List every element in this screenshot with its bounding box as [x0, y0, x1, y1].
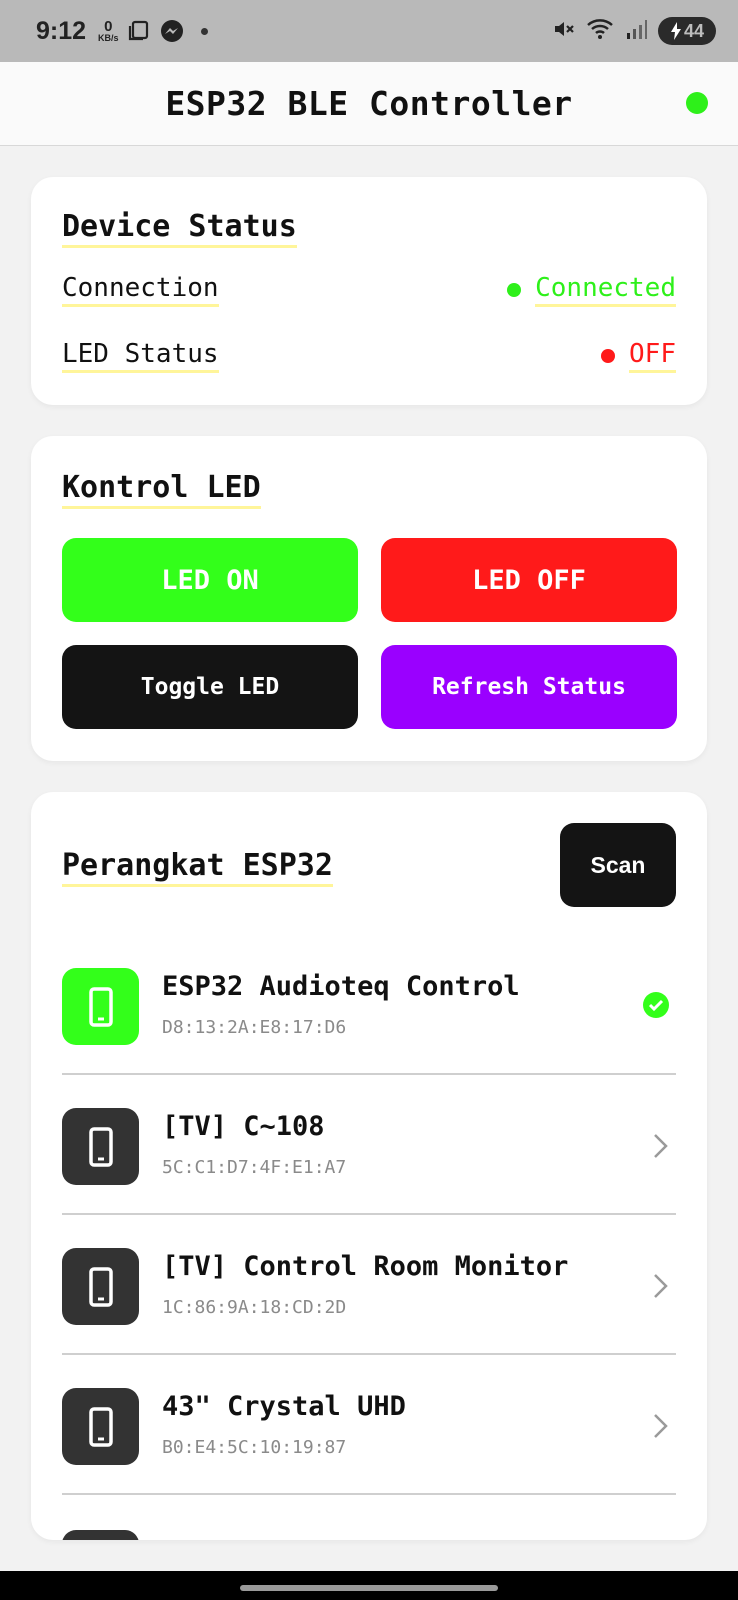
battery-level: 44 [683, 20, 705, 41]
wifi-icon [586, 17, 616, 46]
screenshot-icon [127, 19, 151, 43]
battery-charging-icon: 44 [658, 17, 716, 45]
device-mac: 5C:C1:D7:4F:E1:A7 [162, 1157, 347, 1178]
notification-dot-icon [200, 27, 208, 35]
device-name: [TV] Control Room Monitor [162, 1251, 569, 1282]
connection-status: Connected [507, 273, 676, 307]
device-list-item[interactable]: [TV] C~108 5C:C1:D7:4F:E1:A7 [62, 1075, 676, 1215]
device-phone-icon [62, 1108, 139, 1185]
device-list-item[interactable]: 43" Crystal UHD B0:E4:5C:10:19:87 [62, 1355, 676, 1495]
device-name: [TV] C~108 [162, 1111, 325, 1142]
device-name: 43" Crystal UHD [162, 1391, 406, 1422]
device-phone-icon [62, 1248, 139, 1325]
devices-card: Perangkat ESP32 Scan ESP32 Audioteq Cont… [31, 792, 707, 1540]
device-phone-icon [62, 968, 139, 1045]
signal-icon [626, 17, 648, 46]
connection-label: Connection [62, 273, 219, 307]
led-control-card: Kontrol LED LED ON LED OFF Toggle LED Re… [31, 436, 707, 761]
led-control-title: Kontrol LED [62, 470, 261, 509]
device-status-card: Device Status Connection Connected LED S… [31, 177, 707, 405]
app-bar: ESP32 BLE Controller [0, 62, 738, 146]
check-circle-icon [642, 991, 670, 1023]
status-bar: 9:12 0 KB/s 44 [0, 0, 738, 62]
device-icon-partial [62, 1530, 139, 1540]
net-speed: 0 KB/s [98, 19, 119, 43]
messenger-icon [159, 18, 185, 44]
device-mac: D8:13:2A:E8:17:D6 [162, 1017, 347, 1038]
connection-value: Connected [535, 273, 676, 307]
net-speed-value: 0 [104, 18, 113, 35]
led-status-value: OFF [629, 339, 676, 373]
device-mac: B0:E4:5C:10:19:87 [162, 1437, 347, 1458]
toggle-led-button[interactable]: Toggle LED [62, 645, 358, 729]
device-mac: 1C:86:9A:18:CD:2D [162, 1297, 347, 1318]
devices-title: Perangkat ESP32 [62, 848, 333, 887]
device-phone-icon [62, 1388, 139, 1465]
net-speed-unit: KB/s [98, 33, 119, 43]
led-status: OFF [601, 339, 676, 373]
chevron-right-icon [650, 1271, 670, 1305]
scan-button[interactable]: Scan [560, 823, 676, 907]
home-gesture-handle[interactable] [240, 1585, 498, 1591]
led-status-dot-icon [601, 349, 616, 363]
chevron-right-icon [650, 1411, 670, 1445]
refresh-status-button[interactable]: Refresh Status [381, 645, 677, 729]
device-list-item[interactable]: ESP32 Audioteq Control D8:13:2A:E8:17:D6 [62, 935, 676, 1075]
device-list-item[interactable]: [TV] Control Room Monitor 1C:86:9A:18:CD… [62, 1215, 676, 1355]
led-off-button[interactable]: LED OFF [381, 538, 677, 622]
status-time: 9:12 [36, 16, 87, 45]
chevron-right-icon [650, 1131, 670, 1165]
led-status-label: LED Status [62, 339, 219, 373]
mute-icon [552, 17, 576, 46]
device-status-title: Device Status [62, 209, 297, 248]
connection-indicator-icon [686, 92, 708, 114]
device-name: ESP32 Audioteq Control [162, 971, 520, 1002]
app-title: ESP32 BLE Controller [165, 84, 573, 123]
connection-dot-icon [507, 283, 522, 297]
led-on-button[interactable]: LED ON [62, 538, 358, 622]
